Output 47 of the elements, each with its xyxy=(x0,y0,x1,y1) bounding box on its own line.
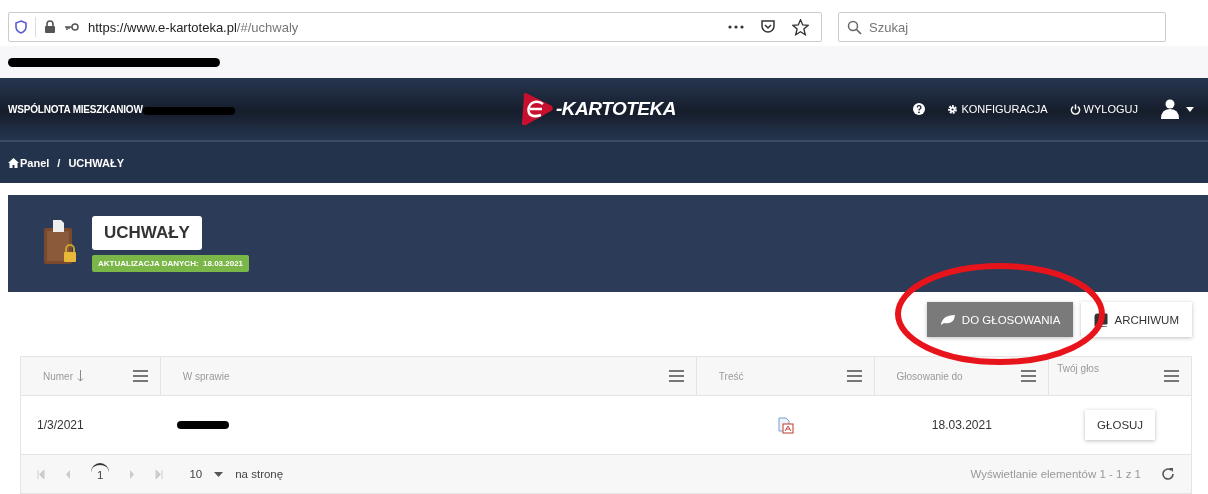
menu-icon[interactable] xyxy=(668,370,684,382)
refresh-icon[interactable] xyxy=(1161,467,1175,481)
user-menu[interactable] xyxy=(1160,99,1194,119)
help-icon[interactable] xyxy=(913,103,926,115)
book-icon xyxy=(1094,312,1109,327)
nav-link[interactable]: KONFIGURACJA xyxy=(947,103,1048,115)
breadcrumb-separator: / xyxy=(57,156,61,169)
pocket-icon[interactable] xyxy=(760,19,776,35)
logo-text: -KARTOTEKA xyxy=(556,98,676,120)
view-button[interactable]: DO GŁOSOWANIA xyxy=(926,302,1074,337)
menu-icon[interactable] xyxy=(132,370,148,382)
view-button[interactable]: ARCHIWUM xyxy=(1081,302,1192,337)
table-cell: 1/3/2021 xyxy=(37,418,84,432)
settings-icon xyxy=(947,103,959,115)
shield-icon xyxy=(15,20,27,34)
menu-icon[interactable] xyxy=(1164,370,1179,382)
page-size-label: na stronę xyxy=(235,468,284,480)
sort-arrow-icon[interactable] xyxy=(77,370,84,382)
leaf-icon xyxy=(939,313,956,326)
home-icon xyxy=(8,157,19,168)
address-bar[interactable]: https://www.e-kartoteka.pl/#/uchwaly xyxy=(8,12,822,42)
breadcrumb-current: UCHWAŁY xyxy=(68,156,125,169)
search-field[interactable]: Szukaj xyxy=(838,12,1166,42)
redaction-mark xyxy=(176,421,229,429)
vote-button[interactable]: GŁOSUJ xyxy=(1085,410,1156,440)
breadcrumb-link[interactable]: Panel xyxy=(8,156,50,169)
pager-summary: Wyświetlanie elementów 1 - 1 z 1 xyxy=(970,468,1141,480)
url-text: https://www.e-kartoteka.pl/#/uchwaly xyxy=(88,19,299,35)
caret-icon xyxy=(214,471,224,477)
caret-icon xyxy=(1186,106,1194,112)
organization-name: WSPÓLNOTA MIESZKANIOW xyxy=(8,103,143,115)
page-title: UCHWAŁY xyxy=(92,215,202,250)
more-icon[interactable] xyxy=(728,25,744,29)
table-cell: 18.03.2021 xyxy=(931,418,992,432)
page-size-dropdown[interactable]: 10 xyxy=(189,468,224,480)
menu-icon[interactable] xyxy=(846,370,862,382)
key-icon xyxy=(64,22,80,32)
star-icon[interactable] xyxy=(792,18,809,36)
page-number[interactable]: 1 xyxy=(91,463,110,485)
power-icon xyxy=(1069,103,1081,115)
user-icon xyxy=(1160,99,1180,119)
menu-icon[interactable] xyxy=(1021,370,1037,382)
lock-icon xyxy=(44,20,56,34)
pdf-file-icon[interactable] xyxy=(777,416,794,434)
update-badge: AKTUALIZACJA DANYCH: 18.03.2021 xyxy=(92,254,250,272)
nav-link[interactable]: WYLOGUJ xyxy=(1069,103,1138,115)
search-icon xyxy=(847,20,862,35)
